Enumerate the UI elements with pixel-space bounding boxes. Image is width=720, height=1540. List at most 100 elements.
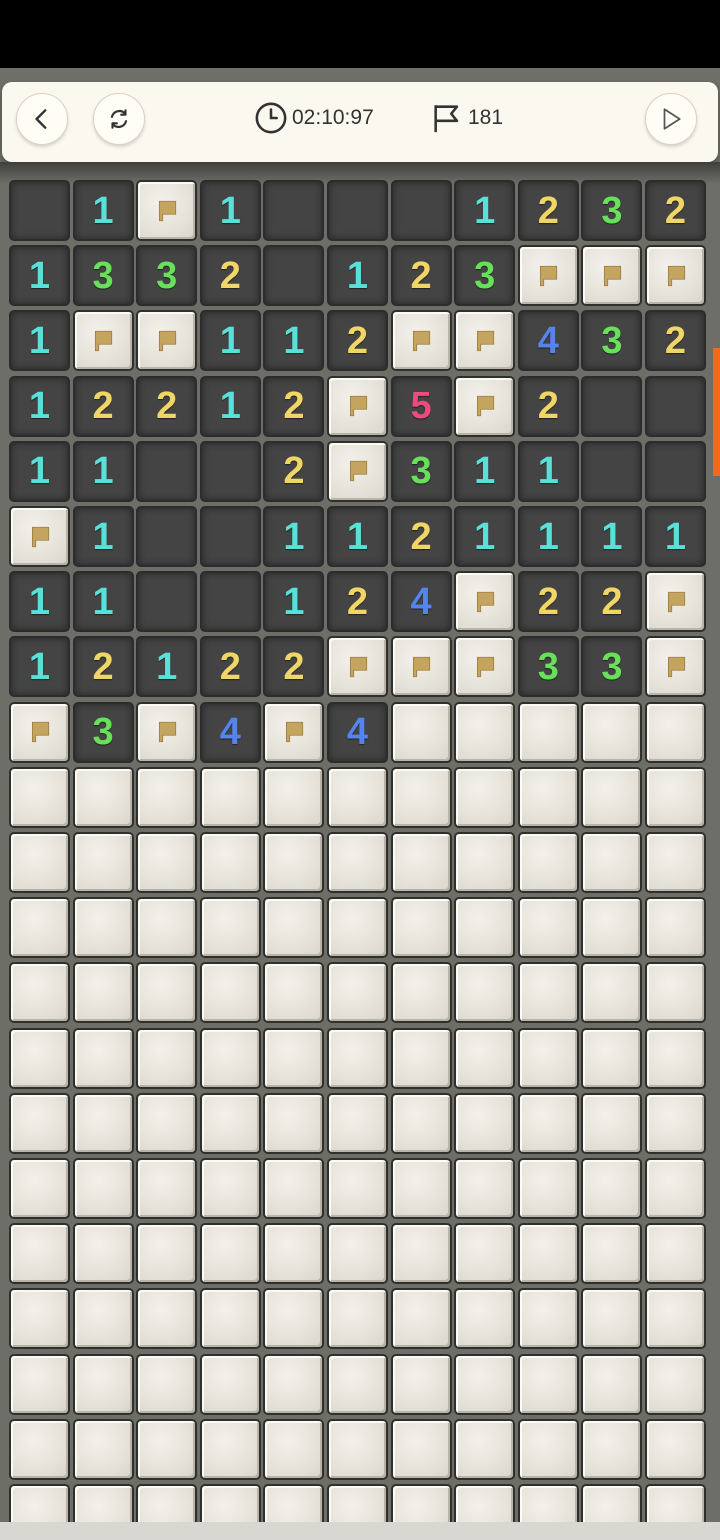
covered-cell[interactable] <box>136 1223 198 1285</box>
play-button[interactable] <box>645 93 697 145</box>
number-cell[interactable]: 4 <box>199 701 261 763</box>
empty-cell[interactable] <box>199 571 261 633</box>
flagged-cell[interactable] <box>9 506 70 567</box>
empty-cell[interactable] <box>199 440 261 502</box>
covered-cell[interactable] <box>390 1092 452 1154</box>
covered-cell[interactable] <box>136 1027 198 1089</box>
covered-cell[interactable] <box>9 1353 70 1415</box>
covered-cell[interactable] <box>581 1092 643 1154</box>
covered-cell[interactable] <box>327 1353 388 1415</box>
empty-cell[interactable] <box>9 180 70 241</box>
covered-cell[interactable] <box>327 897 388 959</box>
covered-cell[interactable] <box>9 1092 70 1154</box>
covered-cell[interactable] <box>390 1353 452 1415</box>
covered-cell[interactable] <box>454 1092 516 1154</box>
flagged-cell[interactable] <box>454 375 516 437</box>
number-cell[interactable]: 2 <box>199 245 261 307</box>
empty-cell[interactable] <box>136 440 198 502</box>
number-cell[interactable]: 2 <box>263 440 325 502</box>
covered-cell[interactable] <box>581 1353 643 1415</box>
flagged-cell[interactable] <box>454 310 516 372</box>
number-cell[interactable]: 3 <box>517 636 579 698</box>
covered-cell[interactable] <box>263 1027 325 1089</box>
covered-cell[interactable] <box>581 1158 643 1219</box>
covered-cell[interactable] <box>390 1288 452 1350</box>
number-cell[interactable]: 2 <box>327 571 388 633</box>
covered-cell[interactable] <box>263 1353 325 1415</box>
number-cell[interactable]: 1 <box>263 506 325 567</box>
covered-cell[interactable] <box>136 766 198 828</box>
covered-cell[interactable] <box>454 1418 516 1480</box>
number-cell[interactable]: 1 <box>199 180 261 241</box>
covered-cell[interactable] <box>581 832 643 893</box>
covered-cell[interactable] <box>645 766 706 828</box>
covered-cell[interactable] <box>199 962 261 1024</box>
covered-cell[interactable] <box>136 1353 198 1415</box>
covered-cell[interactable] <box>136 1288 198 1350</box>
covered-cell[interactable] <box>136 1158 198 1219</box>
flagged-cell[interactable] <box>327 440 388 502</box>
covered-cell[interactable] <box>517 1092 579 1154</box>
covered-cell[interactable] <box>72 962 134 1024</box>
covered-cell[interactable] <box>199 897 261 959</box>
number-cell[interactable]: 1 <box>72 571 134 633</box>
restart-button[interactable] <box>93 93 145 145</box>
empty-cell[interactable] <box>136 506 198 567</box>
flagged-cell[interactable] <box>645 636 706 698</box>
scroll-indicator[interactable] <box>713 348 720 476</box>
number-cell[interactable]: 1 <box>72 506 134 567</box>
covered-cell[interactable] <box>454 766 516 828</box>
number-cell[interactable]: 1 <box>517 506 579 567</box>
covered-cell[interactable] <box>581 1288 643 1350</box>
covered-cell[interactable] <box>327 962 388 1024</box>
covered-cell[interactable] <box>454 701 516 763</box>
flagged-cell[interactable] <box>517 245 579 307</box>
covered-cell[interactable] <box>517 1353 579 1415</box>
number-cell[interactable]: 3 <box>581 310 643 372</box>
covered-cell[interactable] <box>390 701 452 763</box>
covered-cell[interactable] <box>263 832 325 893</box>
covered-cell[interactable] <box>581 1027 643 1089</box>
covered-cell[interactable] <box>390 766 452 828</box>
flagged-cell[interactable] <box>136 701 198 763</box>
covered-cell[interactable] <box>390 1418 452 1480</box>
covered-cell[interactable] <box>645 701 706 763</box>
covered-cell[interactable] <box>454 1158 516 1219</box>
empty-cell[interactable] <box>327 180 388 241</box>
number-cell[interactable]: 1 <box>327 245 388 307</box>
empty-cell[interactable] <box>390 180 452 241</box>
covered-cell[interactable] <box>9 1027 70 1089</box>
back-button[interactable] <box>16 93 68 145</box>
number-cell[interactable]: 1 <box>9 245 70 307</box>
number-cell[interactable]: 2 <box>645 310 706 372</box>
number-cell[interactable]: 1 <box>9 571 70 633</box>
covered-cell[interactable] <box>517 1158 579 1219</box>
covered-cell[interactable] <box>517 832 579 893</box>
covered-cell[interactable] <box>263 1418 325 1480</box>
covered-cell[interactable] <box>390 1223 452 1285</box>
covered-cell[interactable] <box>390 897 452 959</box>
covered-cell[interactable] <box>390 1158 452 1219</box>
covered-cell[interactable] <box>9 1418 70 1480</box>
covered-cell[interactable] <box>454 1027 516 1089</box>
number-cell[interactable]: 1 <box>454 440 516 502</box>
number-cell[interactable]: 1 <box>9 636 70 698</box>
covered-cell[interactable] <box>9 832 70 893</box>
number-cell[interactable]: 2 <box>517 571 579 633</box>
covered-cell[interactable] <box>581 701 643 763</box>
covered-cell[interactable] <box>517 897 579 959</box>
covered-cell[interactable] <box>72 1092 134 1154</box>
number-cell[interactable]: 2 <box>390 245 452 307</box>
flagged-cell[interactable] <box>454 636 516 698</box>
covered-cell[interactable] <box>9 1158 70 1219</box>
number-cell[interactable]: 1 <box>9 375 70 437</box>
number-cell[interactable]: 3 <box>136 245 198 307</box>
covered-cell[interactable] <box>136 832 198 893</box>
number-cell[interactable]: 1 <box>645 506 706 567</box>
covered-cell[interactable] <box>9 1288 70 1350</box>
covered-cell[interactable] <box>72 897 134 959</box>
covered-cell[interactable] <box>72 832 134 893</box>
covered-cell[interactable] <box>327 1092 388 1154</box>
number-cell[interactable]: 1 <box>136 636 198 698</box>
flagged-cell[interactable] <box>390 310 452 372</box>
